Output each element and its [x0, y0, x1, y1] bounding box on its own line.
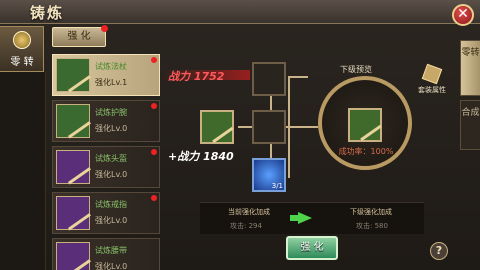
gem-slot[interactable]: 3/1 — [252, 158, 286, 192]
left-tab-zero-rebirth[interactable]: 零 转 — [0, 26, 44, 72]
current-power: 战力 1752 — [168, 70, 225, 83]
window-title: 铸炼 — [30, 4, 65, 22]
forge-window: 铸炼 ✕ 零 转 强 化 试炼法杖 强化Lv.1 试炼护腕 强化Lv.0 试炼头… — [0, 0, 480, 270]
ring-icon — [56, 196, 91, 231]
equipment-list: 试炼法杖 强化Lv.1 试炼护腕 强化Lv.0 试炼头盔 强化Lv.0 试炼戒指… — [52, 54, 160, 270]
equipment-slot[interactable] — [200, 110, 234, 144]
item-name: 试炼护腕 — [95, 108, 127, 117]
left-rail — [0, 72, 46, 270]
connector-line — [288, 76, 290, 176]
tab-zero-rebirth[interactable]: 零转 — [460, 40, 480, 96]
list-item[interactable]: 试炼护腕 强化Lv.0 — [52, 100, 160, 142]
tab-strengthen-label: 强 化 — [67, 31, 91, 42]
suit-attributes-label: 套装属性 — [418, 86, 446, 94]
current-bonus-value: 攻击: 294 — [230, 222, 262, 230]
item-level: 强化Lv.0 — [95, 124, 128, 133]
help-icon[interactable]: ? — [430, 242, 448, 260]
bonus-info-panel: 当前强化加成 攻击: 294 下级强化加成 攻击: 580 — [200, 202, 424, 234]
medal-icon — [13, 31, 31, 49]
notification-dot-icon — [151, 57, 157, 63]
current-bonus-title: 当前强化加成 — [228, 208, 270, 216]
tab-label: 零转 — [461, 48, 480, 58]
item-name: 试炼法杖 — [95, 62, 127, 71]
title-bar: 铸炼 — [0, 0, 480, 24]
item-level: 强化Lv.1 — [95, 78, 128, 87]
notification-dot-icon — [101, 25, 108, 32]
item-level: 强化Lv.0 — [95, 170, 128, 179]
notification-dot-icon — [151, 149, 157, 155]
success-rate: 成功率：100% — [338, 147, 394, 156]
list-item[interactable]: 试炼戒指 强化Lv.0 — [52, 192, 160, 234]
item-name: 试炼头盔 — [95, 154, 127, 163]
tab-compose[interactable]: 合成 — [460, 100, 480, 150]
staff-icon — [56, 58, 91, 93]
power-gain: +战力 1840 — [168, 150, 234, 163]
list-item[interactable]: 试炼头盔 强化Lv.0 — [52, 146, 160, 188]
material-slot[interactable] — [252, 62, 286, 96]
preview-label: 下级预览 — [340, 65, 372, 74]
item-name: 试炼腰带 — [95, 246, 127, 255]
tab-label: 合成 — [461, 108, 480, 118]
item-level: 强化Lv.0 — [95, 262, 128, 270]
left-tab-label: 零 转 — [10, 57, 34, 68]
arrow-right-icon — [298, 212, 312, 224]
item-level: 强化Lv.0 — [95, 216, 128, 225]
notification-dot-icon — [151, 103, 157, 109]
connector-line — [288, 76, 308, 78]
belt-icon — [56, 242, 91, 270]
helmet-icon — [56, 150, 91, 185]
suit-attributes-button[interactable]: 套装属性 — [412, 63, 452, 98]
bracer-icon — [56, 104, 91, 139]
material-slot[interactable] — [252, 110, 286, 144]
preview-item-slot[interactable] — [348, 108, 382, 142]
list-item[interactable]: 试炼法杖 强化Lv.1 — [52, 54, 160, 96]
notification-dot-icon — [151, 195, 157, 201]
tab-strengthen[interactable]: 强 化 — [52, 25, 108, 47]
next-bonus-value: 攻击: 580 — [356, 222, 388, 230]
strengthen-button[interactable]: 强 化 — [286, 236, 338, 260]
connector-line — [288, 176, 290, 178]
gem-count: 3/1 — [271, 182, 283, 190]
hammer-icon — [421, 63, 443, 85]
close-icon[interactable]: ✕ — [452, 4, 474, 26]
item-name: 试炼戒指 — [95, 200, 127, 209]
list-item[interactable]: 试炼腰带 强化Lv.0 — [52, 238, 160, 270]
next-bonus-title: 下级强化加成 — [350, 208, 392, 216]
